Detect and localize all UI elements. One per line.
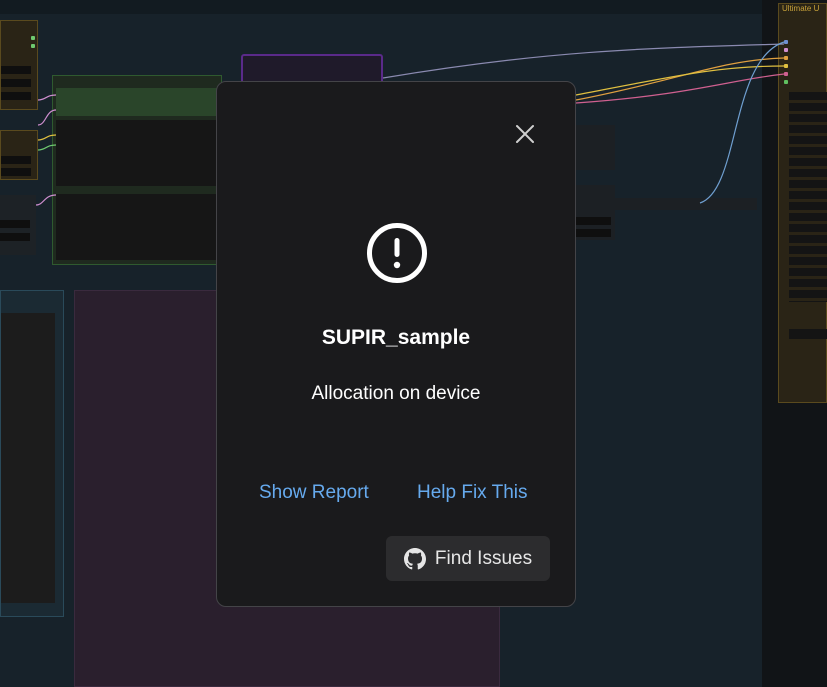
failed-node-name: SUPIR_sample (321, 326, 471, 349)
error-dialog: SUPIR_sample Allocation on device Show R… (216, 81, 576, 607)
node-graph-canvas[interactable]: Ultimate U SUPIR_sample Allocation on de… (0, 0, 827, 687)
close-icon[interactable] (513, 122, 537, 146)
error-message: Allocation on device (311, 383, 481, 404)
find-issues-label: Find Issues (434, 547, 533, 569)
show-report-link[interactable]: Show Report (259, 482, 369, 504)
find-issues-button[interactable]: Find Issues (386, 536, 550, 581)
exclamation-circle-icon (367, 223, 427, 283)
help-fix-link[interactable]: Help Fix This (417, 482, 528, 504)
github-icon (403, 547, 426, 569)
